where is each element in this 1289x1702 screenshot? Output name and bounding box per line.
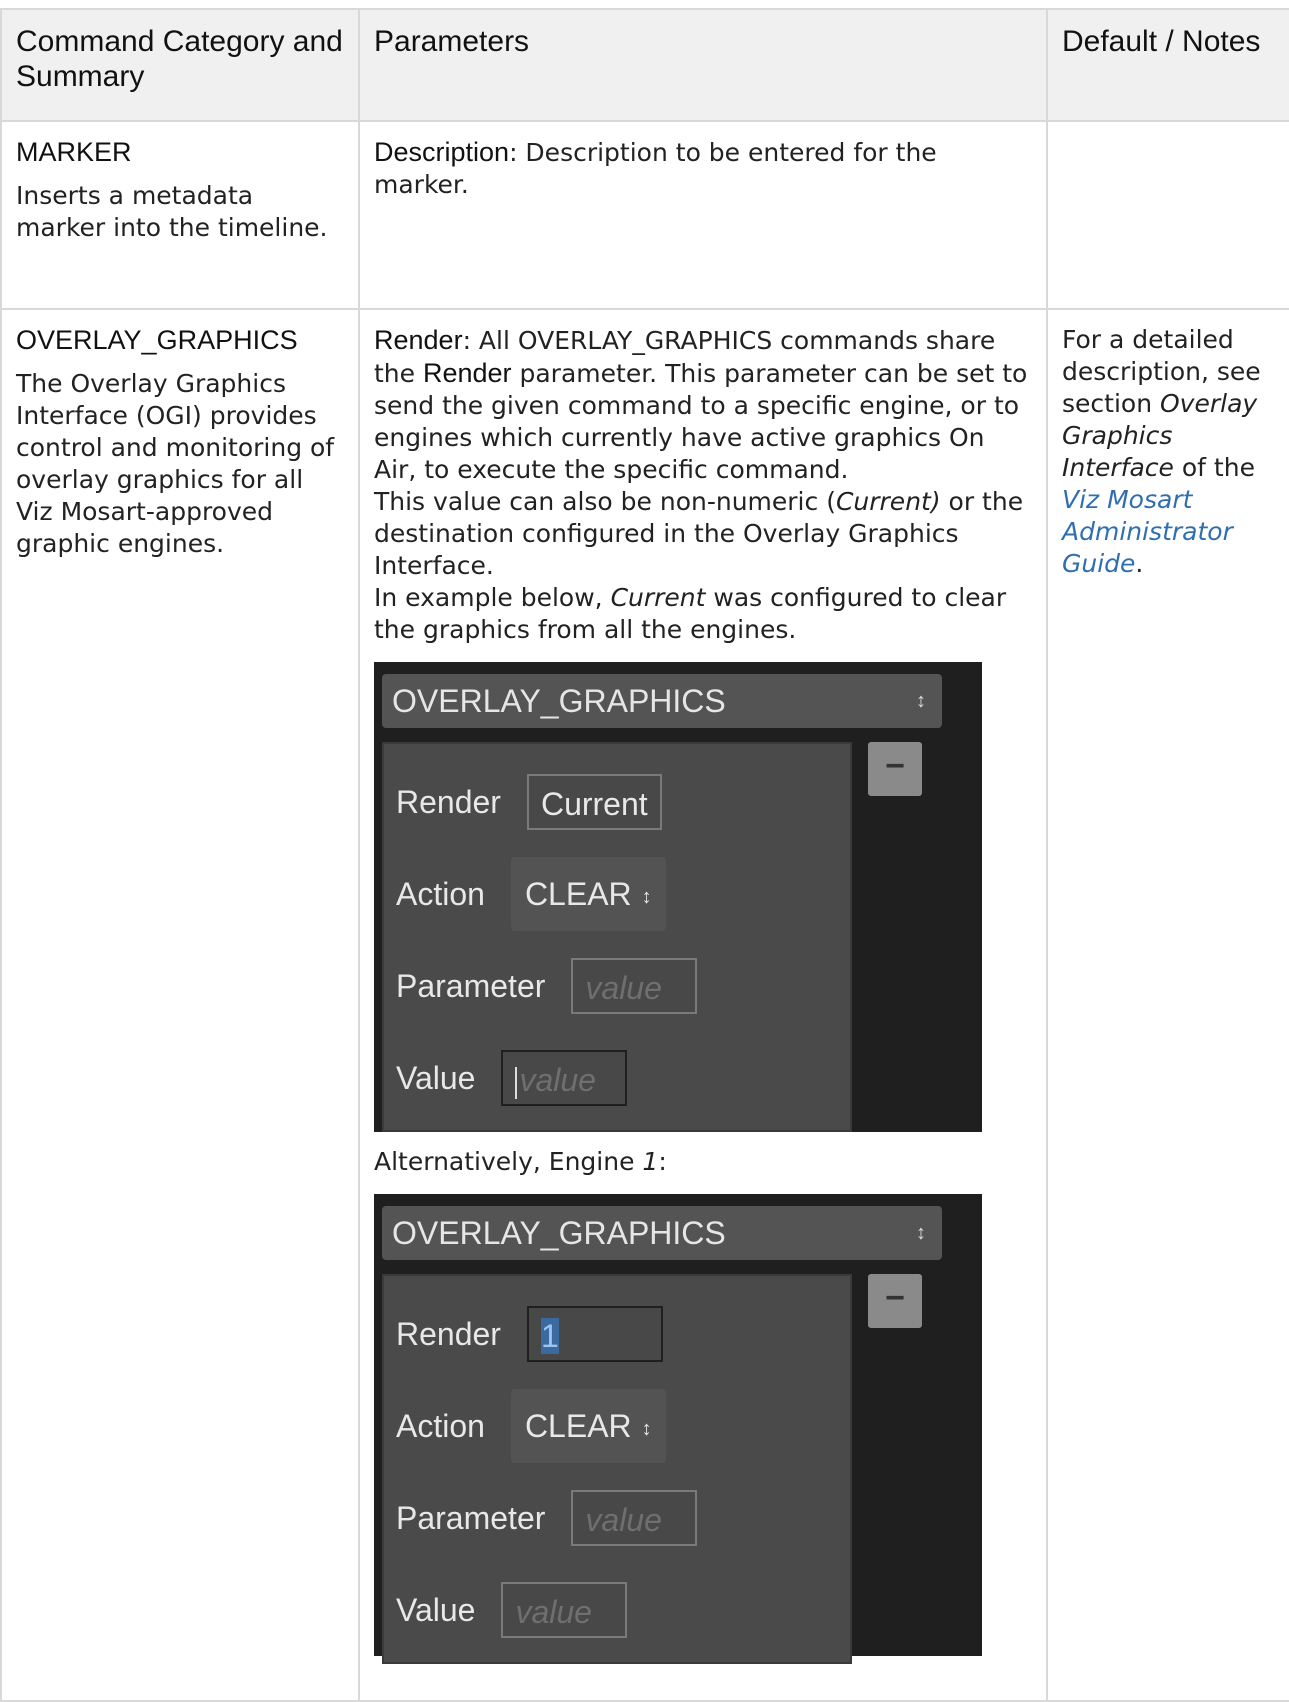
screenshot-panel-current: OVERLAY_GRAPHICS ↕ Render Current Action… xyxy=(374,662,982,1132)
notes-text-b: of the xyxy=(1173,453,1255,482)
value-placeholder: value xyxy=(519,1062,596,1098)
action-select[interactable]: CLEAR ↕ xyxy=(510,857,666,931)
command-dropdown[interactable]: OVERLAY_GRAPHICS ↕ xyxy=(382,674,942,728)
table-row: MARKER Inserts a metadata marker into th… xyxy=(0,120,1289,310)
updown-arrows-icon: ↕ xyxy=(916,1222,926,1244)
line3-italic: Current xyxy=(610,583,706,612)
render-paragraph: Render: All OVERLAY_GRAPHICS commands sh… xyxy=(374,324,1032,486)
category-summary: Inserts a metadata marker into the timel… xyxy=(16,181,328,242)
parameter-input[interactable]: value xyxy=(571,958,698,1014)
header-notes: Default / Notes xyxy=(1046,8,1289,122)
parameter-label: Parameter xyxy=(396,1500,546,1536)
updown-arrows-icon: ↕ xyxy=(916,690,926,712)
category-summary: The Overlay Graphics Interface (OGI) pro… xyxy=(16,369,335,558)
action-row: Action CLEAR ↕ xyxy=(396,1380,838,1472)
remove-button[interactable]: − xyxy=(868,1274,922,1328)
value-label: Value xyxy=(396,1060,476,1096)
table-row: OVERLAY_GRAPHICS The Overlay Graphics In… xyxy=(0,308,1289,1702)
admin-guide-link[interactable]: Viz Mosart Administrator Guide xyxy=(1062,485,1233,578)
render-input[interactable]: Current xyxy=(526,774,662,830)
remove-button[interactable]: − xyxy=(868,742,922,796)
parameter-input[interactable]: value xyxy=(571,1490,698,1546)
screenshot-panel-engine1: OVERLAY_GRAPHICS ↕ Render 1 Action CLEAR… xyxy=(374,1194,982,1664)
category-name: MARKER xyxy=(16,137,132,167)
value-label: Value xyxy=(396,1592,476,1628)
parameters-cell: Description: Description to be entered f… xyxy=(358,120,1048,310)
value-input[interactable]: value xyxy=(501,1050,628,1106)
alternative-paragraph: Alternatively, Engine 1: xyxy=(374,1146,1032,1178)
alt-italic: 1 xyxy=(642,1147,659,1176)
render-row: Render 1 xyxy=(396,1288,838,1380)
example-paragraph: In example below, Current was configured… xyxy=(374,582,1032,646)
notes-text-c: . xyxy=(1135,549,1144,578)
nonnumeric-paragraph: This value can also be non-numeric (Curr… xyxy=(374,486,1032,582)
parameter-row: Parameter value xyxy=(396,1472,838,1564)
line2-text: This value can also be non-numeric ( xyxy=(374,487,836,516)
dropdown-value: OVERLAY_GRAPHICS xyxy=(392,1215,726,1251)
action-value: CLEAR xyxy=(524,876,632,912)
category-cell: MARKER Inserts a metadata marker into th… xyxy=(0,120,360,310)
parameters-group: Render 1 Action CLEAR ↕ Parameter value xyxy=(382,1274,852,1664)
notes-cell: For a detailed description, see section … xyxy=(1046,308,1289,1702)
updown-icon: ↕ xyxy=(641,1417,652,1440)
render-value-selected: 1 xyxy=(540,1318,559,1354)
action-select[interactable]: CLEAR ↕ xyxy=(510,1389,666,1463)
action-label: Action xyxy=(396,876,485,912)
value-input[interactable]: value xyxy=(501,1582,628,1638)
updown-icon: ↕ xyxy=(641,885,652,908)
render-bold: Render xyxy=(422,358,512,388)
action-row: Action CLEAR ↕ xyxy=(396,848,838,940)
action-label: Action xyxy=(396,1408,485,1444)
render-input[interactable]: 1 xyxy=(526,1306,663,1362)
commands-table: Command Category and Summary Parameters … xyxy=(0,8,1289,1702)
parameter-label: Parameter xyxy=(396,968,546,1004)
alt-text-b: : xyxy=(658,1147,667,1176)
param-name: Description xyxy=(374,137,510,167)
panel-body: Render 1 Action CLEAR ↕ Parameter value xyxy=(382,1274,974,1664)
category-cell: OVERLAY_GRAPHICS The Overlay Graphics In… xyxy=(0,308,360,1702)
value-row: Value value xyxy=(396,1032,838,1124)
render-label: Render xyxy=(396,784,501,820)
parameters-group: Render Current Action CLEAR ↕ Parameter v… xyxy=(382,742,852,1132)
line3-text: In example below, xyxy=(374,583,611,612)
command-dropdown[interactable]: OVERLAY_GRAPHICS ↕ xyxy=(382,1206,942,1260)
value-row: Value value xyxy=(396,1564,838,1656)
notes-cell xyxy=(1046,120,1289,310)
category-name: OVERLAY_GRAPHICS xyxy=(16,325,298,355)
parameters-cell: Render: All OVERLAY_GRAPHICS commands sh… xyxy=(358,308,1048,1702)
alt-text: Alternatively, Engine xyxy=(374,1147,643,1176)
action-value: CLEAR xyxy=(524,1408,632,1444)
text-caret xyxy=(515,1066,518,1099)
render-label: Render xyxy=(396,1316,501,1352)
dropdown-value: OVERLAY_GRAPHICS xyxy=(392,683,726,719)
render-row: Render Current xyxy=(396,756,838,848)
parameter-row: Parameter value xyxy=(396,940,838,1032)
header-category: Command Category and Summary xyxy=(0,8,360,122)
header-parameters: Parameters xyxy=(358,8,1048,122)
panel-body: Render Current Action CLEAR ↕ Parameter v… xyxy=(382,742,974,1132)
table-header-row: Command Category and Summary Parameters … xyxy=(0,8,1289,122)
line2-italic: Current) xyxy=(835,487,941,516)
render-keyword: Render xyxy=(374,325,463,355)
